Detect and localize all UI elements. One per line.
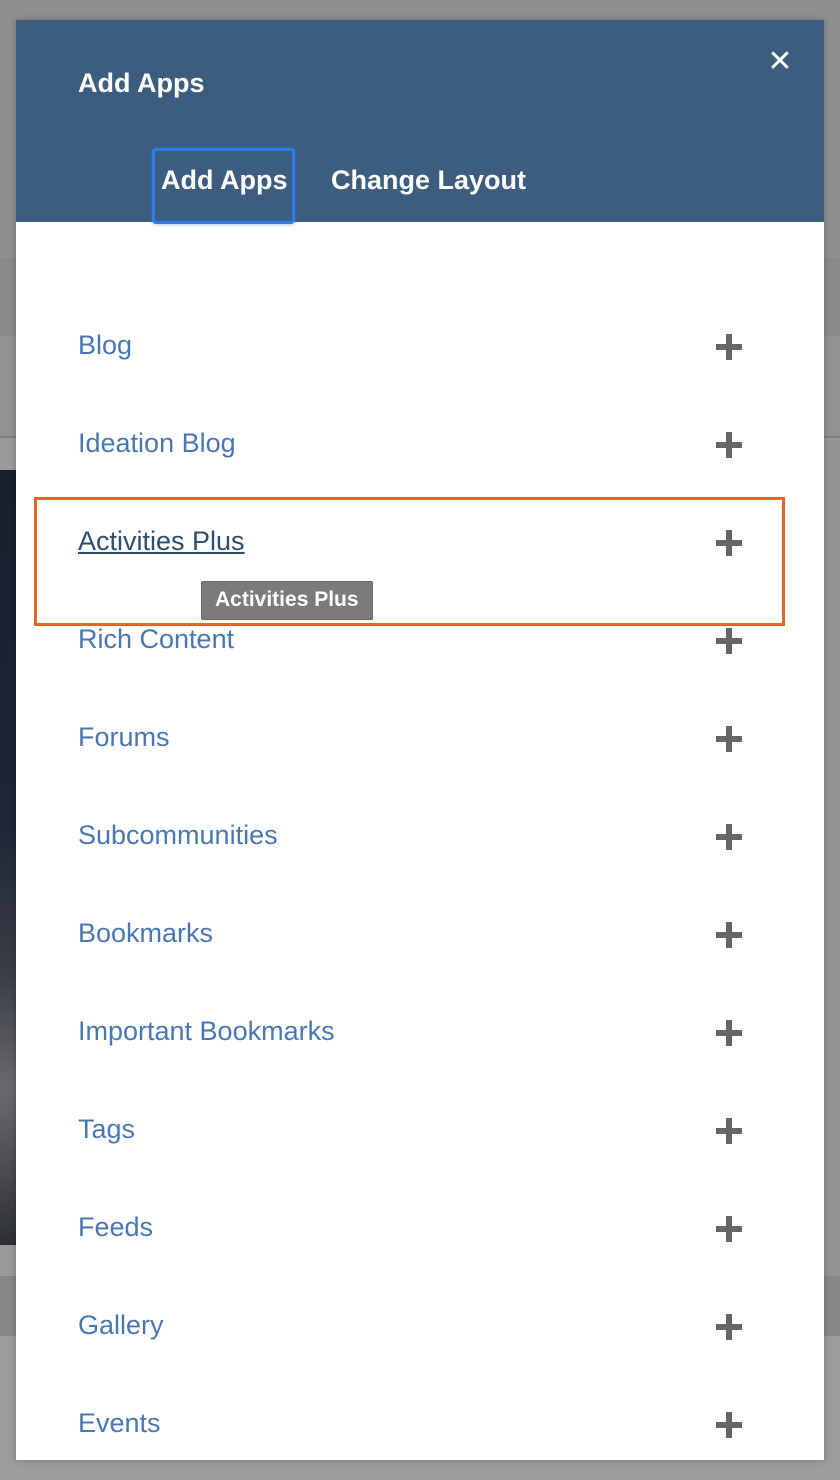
close-icon[interactable]: ✕	[764, 46, 796, 78]
dialog-header: Add Apps ✕ Add Apps Change Layout	[16, 20, 824, 224]
app-row-events: Events	[16, 1378, 824, 1460]
app-row-forums: Forums	[16, 692, 824, 790]
app-link-gallery[interactable]: Gallery	[78, 1310, 164, 1341]
app-row-important-bookmarks: Important Bookmarks	[16, 986, 824, 1084]
background-page-panel	[822, 440, 840, 1280]
plus-icon[interactable]	[716, 1216, 742, 1242]
plus-icon[interactable]	[716, 1020, 742, 1046]
plus-icon[interactable]	[716, 628, 742, 654]
dialog-title: Add Apps	[78, 68, 205, 98]
plus-icon[interactable]	[716, 1412, 742, 1438]
plus-icon[interactable]	[716, 334, 742, 360]
app-row-activities-plus: Activities Plus	[16, 496, 824, 594]
app-list: Blog Ideation Blog Activities Plus Rich …	[16, 300, 824, 1460]
plus-icon[interactable]	[716, 824, 742, 850]
plus-icon[interactable]	[716, 726, 742, 752]
plus-icon[interactable]	[716, 530, 742, 556]
app-link-feeds[interactable]: Feeds	[78, 1212, 153, 1243]
app-row-bookmarks: Bookmarks	[16, 888, 824, 986]
app-link-bookmarks[interactable]: Bookmarks	[78, 918, 213, 949]
app-link-forums[interactable]: Forums	[78, 722, 170, 753]
plus-icon[interactable]	[716, 922, 742, 948]
app-row-gallery: Gallery	[16, 1280, 824, 1378]
app-row-blog: Blog	[16, 300, 824, 398]
app-row-tags: Tags	[16, 1084, 824, 1182]
tooltip: Activities Plus	[201, 581, 373, 620]
app-row-ideation-blog: Ideation Blog	[16, 398, 824, 496]
app-row-rich-content: Rich Content	[16, 594, 824, 692]
plus-icon[interactable]	[716, 1118, 742, 1144]
plus-icon[interactable]	[716, 1314, 742, 1340]
app-link-important-bookmarks[interactable]: Important Bookmarks	[78, 1016, 335, 1047]
app-link-rich-content[interactable]: Rich Content	[78, 624, 234, 655]
add-apps-dialog: Add Apps ✕ Add Apps Change Layout Blog I…	[16, 20, 824, 1460]
app-link-tags[interactable]: Tags	[78, 1114, 135, 1145]
app-link-blog[interactable]: Blog	[78, 330, 132, 361]
app-link-subcommunities[interactable]: Subcommunities	[78, 820, 278, 851]
app-row-feeds: Feeds	[16, 1182, 824, 1280]
app-row-subcommunities: Subcommunities	[16, 790, 824, 888]
tab-change-layout[interactable]: Change Layout	[322, 148, 535, 224]
plus-icon[interactable]	[716, 432, 742, 458]
app-link-activities-plus[interactable]: Activities Plus	[78, 526, 245, 557]
app-link-ideation-blog[interactable]: Ideation Blog	[78, 428, 236, 459]
tab-add-apps[interactable]: Add Apps	[152, 148, 295, 224]
app-link-events[interactable]: Events	[78, 1408, 161, 1439]
